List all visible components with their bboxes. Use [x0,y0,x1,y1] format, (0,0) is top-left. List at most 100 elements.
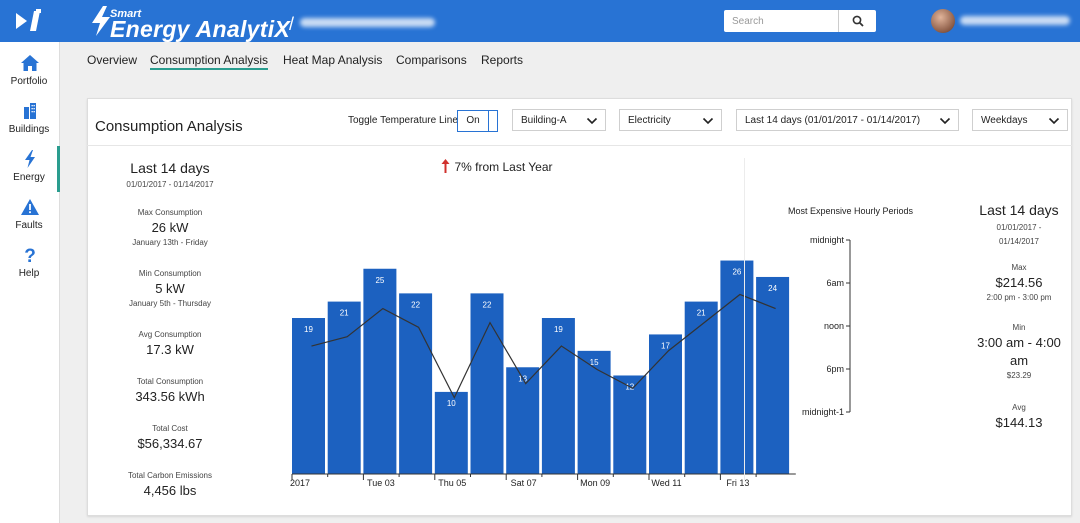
right-avg: Avg $144.13 [965,403,1073,430]
date-range-select-value: Last 14 days (01/01/2017 - 01/14/2017) [745,115,921,126]
bar[interactable] [720,260,754,474]
bar-value-label: 19 [304,325,313,334]
bolt-logo-icon [92,6,110,36]
date-range-select[interactable]: Last 14 days (01/01/2017 - 01/14/2017) [736,109,959,131]
total-carbon-label: Total Carbon Emissions [127,471,213,480]
home-icon [21,55,39,71]
right-max-label: Max [1011,263,1027,272]
sidebar-item-buildings[interactable]: Buildings [0,98,60,144]
hourly-tick-label: 6am [826,278,844,288]
chevron-down-icon [939,117,951,125]
max-consumption: Max Consumption 26 kW January 13th - Fri… [110,208,230,247]
bar[interactable] [470,293,504,474]
summary-period: Last 14 days 01/01/2017 - 01/14/2017 [110,160,230,189]
toggle-temperature-label: Toggle Temperature Line [348,115,458,126]
meter-select[interactable]: Electricity [619,109,722,131]
sidebar-item-label: Buildings [8,124,50,135]
right-max: Max $214.56 2:00 pm - 3:00 pm [965,263,1073,302]
days-select[interactable]: Weekdays [972,109,1068,131]
total-consumption-value: 343.56 kWh [135,389,205,404]
hourly-axis: midnight 6am noon 6pm midnight-1 [802,235,851,417]
summary-period-title: Last 14 days [130,160,210,176]
sidebar-item-label: Faults [15,220,43,231]
bar-value-label: 22 [483,300,492,309]
right-min-value-line1: 3:00 am - 4:00 [977,335,1061,350]
sidebar-item-faults[interactable]: Faults [0,194,60,240]
building-select[interactable]: Building-A [512,109,606,131]
tab-comparisons[interactable]: Comparisons [396,53,467,67]
x-tick-label: 2017 [290,478,310,488]
right-min-value-line2: am [1009,353,1029,368]
min-consumption-label: Min Consumption [138,269,202,278]
bar[interactable] [363,268,397,474]
svg-text:?: ? [24,246,36,265]
avg-consumption: Avg Consumption 17.3 kW [110,330,230,357]
total-carbon-value: 4,456 lbs [143,483,197,498]
sidebar-item-label: Help [18,268,40,279]
search-input[interactable] [724,10,838,32]
redacted-breadcrumb [300,18,435,27]
avatar[interactable] [931,9,955,33]
tab-heat-map-analysis[interactable]: Heat Map Analysis [283,53,382,67]
x-tick-label: Wed 11 [651,478,681,488]
sidebar-item-label: Energy [13,172,45,183]
bar-value-label: 22 [411,300,420,309]
avg-consumption-value: 17.3 kW [146,342,194,357]
tab-reports[interactable]: Reports [481,53,523,67]
meter-select-value: Electricity [628,115,671,126]
chevron-down-icon [702,117,714,125]
bar-value-label: 17 [661,341,670,350]
total-cost-label: Total Cost [152,424,188,433]
bar[interactable] [577,350,611,474]
bar[interactable] [327,301,361,474]
sidebar: Portfolio Buildings Energy Faults ? Help [0,42,60,523]
x-tick-label: Thu 05 [438,478,466,488]
chevron-down-icon [1048,117,1060,125]
min-consumption-date: January 5th - Thursday [128,299,212,308]
consumption-chart: 1921252210221319151217212624 2017 Tue 03 T… [290,260,796,488]
bar[interactable] [399,293,433,474]
right-dates-line2: 01/14/2017 [998,237,1040,246]
right-dates-line1: 01/01/2017 - [996,223,1042,232]
total-carbon: Total Carbon Emissions 4,456 lbs [110,471,230,498]
sidebar-item-help[interactable]: ? Help [0,242,60,288]
bar[interactable] [649,334,682,474]
bar[interactable] [756,276,790,474]
bolt-icon [25,150,35,168]
search-box [724,10,876,32]
max-consumption-label: Max Consumption [137,208,203,217]
tab-overview[interactable]: Overview [87,53,137,67]
bar-value-label: 24 [768,284,777,293]
right-avg-label: Avg [1012,403,1026,412]
search-icon [852,15,864,27]
bar[interactable] [541,318,575,474]
bar-value-label: 21 [697,309,706,318]
sidebar-item-portfolio[interactable]: Portfolio [0,50,60,96]
bar[interactable] [292,318,325,474]
min-consumption: Min Consumption 5 kW January 5th - Thurs… [110,269,230,308]
top-bar: Smart Energy AnalytiX / [0,0,1080,42]
app-logo-icon[interactable] [14,9,44,33]
x-tick-label: Mon 09 [580,478,610,488]
right-period-title: Last 14 days [979,202,1059,218]
right-min-cost: $23.29 [1006,371,1032,380]
right-max-value: $214.56 [995,275,1043,290]
bar[interactable] [684,301,718,474]
max-consumption-date: January 13th - Friday [132,238,208,247]
buildings-icon [24,103,36,119]
temperature-toggle[interactable]: On [457,110,498,132]
hourly-tick-label: midnight [810,235,845,245]
max-consumption-value: 26 kW [151,220,189,235]
search-button[interactable] [838,10,876,32]
panel-divider [744,158,745,480]
bar-value-label: 19 [554,325,563,334]
total-cost: Total Cost $56,334.67 [110,424,230,451]
tab-consumption-analysis[interactable]: Consumption Analysis [150,53,269,70]
card-divider [87,145,1072,146]
hourly-tick-label: noon [824,321,844,331]
x-tick-label: Fri 13 [726,478,749,488]
bar-value-label: 25 [375,276,384,285]
summary-dates: 01/01/2017 - 01/14/2017 [126,180,214,189]
sidebar-item-energy[interactable]: Energy [0,146,60,192]
right-min: Min 3:00 am - 4:00 am $23.29 [965,323,1073,380]
